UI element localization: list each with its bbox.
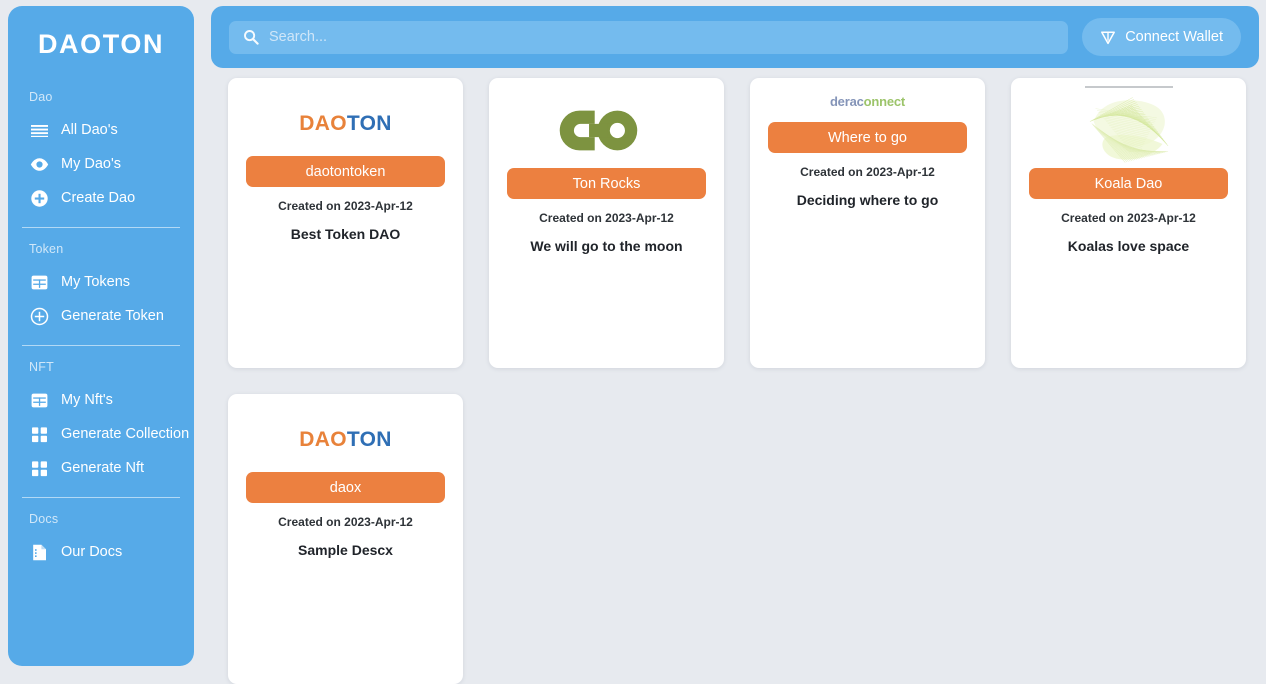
logo-ton-text: TON bbox=[347, 428, 392, 451]
card-logo-koala-mesh-icon bbox=[1029, 94, 1228, 166]
sidebar-item-label: My Tokens bbox=[61, 275, 130, 290]
sidebar-item-label: My Nft's bbox=[61, 393, 113, 408]
hamburger-icon bbox=[30, 121, 49, 140]
dao-card-title-button[interactable]: Ton Rocks bbox=[507, 168, 706, 199]
dao-card[interactable]: DAOTONdaoxCreated on 2023-Apr-12Sample D… bbox=[228, 394, 463, 684]
sidebar-item-my-nft-s[interactable]: My Nft's bbox=[8, 383, 194, 417]
sidebar-group-token: Token My Tokens Generate Token bbox=[8, 242, 194, 333]
eye-icon bbox=[30, 155, 49, 174]
dao-card[interactable]: Koala Dao Created on 2023-Apr-12 Koalas lo… bbox=[1011, 78, 1246, 368]
card-logo-daoton: DAOTON bbox=[246, 410, 445, 470]
sidebar-item-create-dao[interactable]: Create Dao bbox=[8, 181, 194, 215]
logo-ton-text: TON bbox=[347, 112, 392, 135]
logo-dao-text: DAO bbox=[299, 112, 347, 135]
sidebar-item-label: Create Dao bbox=[61, 191, 135, 206]
dao-card-title-button[interactable]: daotontoken bbox=[246, 156, 445, 187]
table-grid-icon bbox=[30, 273, 49, 292]
sidebar-item-generate-nft[interactable]: Generate Nft bbox=[8, 451, 194, 485]
ton-diamond-icon bbox=[1100, 29, 1116, 45]
sidebar-item-generate-collection[interactable]: Generate Collection bbox=[8, 417, 194, 451]
dao-card-description: Deciding where to go bbox=[797, 192, 939, 208]
sidebar-item-label: Generate Collection bbox=[61, 427, 189, 442]
sidebar: DAOTON Dao All Dao's My Dao's Create Dao Tok… bbox=[8, 6, 194, 666]
four-squares-icon bbox=[30, 425, 49, 444]
top-header: Connect Wallet bbox=[211, 6, 1259, 68]
document-icon bbox=[30, 543, 49, 562]
search-box[interactable] bbox=[229, 21, 1068, 54]
dao-card-description: We will go to the moon bbox=[530, 238, 682, 254]
search-input[interactable] bbox=[269, 21, 1054, 54]
sidebar-section-label: Dao bbox=[8, 90, 194, 104]
sidebar-item-generate-token[interactable]: Generate Token bbox=[8, 299, 194, 333]
sidebar-item-label: Generate Token bbox=[61, 309, 164, 324]
sidebar-group-nft: NFT My Nft's Generate Collection Generate N… bbox=[8, 360, 194, 485]
logo-dao-text: DAO bbox=[299, 428, 347, 451]
sidebar-item-label: Our Docs bbox=[61, 545, 122, 560]
sidebar-item-my-dao-s[interactable]: My Dao's bbox=[8, 147, 194, 181]
card-logo-chain-link-icon bbox=[507, 94, 706, 166]
dao-card-created-date: Created on 2023-Apr-12 bbox=[800, 165, 935, 179]
app-brand-title: DAOTON bbox=[8, 29, 194, 60]
card-logo-deraconnect: deraconnect bbox=[768, 94, 967, 120]
plus-circle-outline-icon bbox=[30, 307, 49, 326]
sidebar-section-label: NFT bbox=[8, 360, 194, 374]
dao-card-description: Best Token DAO bbox=[291, 226, 400, 242]
sidebar-group-dao: Dao All Dao's My Dao's Create Dao bbox=[8, 90, 194, 215]
sidebar-item-label: My Dao's bbox=[61, 157, 121, 172]
dao-card-created-date: Created on 2023-Apr-12 bbox=[539, 211, 674, 225]
sidebar-nav: Dao All Dao's My Dao's Create Dao Token My To… bbox=[8, 90, 194, 569]
connect-wallet-button[interactable]: Connect Wallet bbox=[1082, 18, 1241, 56]
search-icon bbox=[243, 29, 259, 45]
card-logo-daoton: DAOTON bbox=[246, 94, 445, 154]
dao-card-title-button[interactable]: Koala Dao bbox=[1029, 168, 1228, 199]
sidebar-item-all-dao-s[interactable]: All Dao's bbox=[8, 113, 194, 147]
four-squares-icon bbox=[30, 459, 49, 478]
logo-derac-text: derac bbox=[830, 94, 864, 109]
sidebar-item-label: All Dao's bbox=[61, 123, 118, 138]
dao-card-description: Sample Descx bbox=[298, 542, 393, 558]
sidebar-section-label: Docs bbox=[8, 512, 194, 526]
sidebar-item-my-tokens[interactable]: My Tokens bbox=[8, 265, 194, 299]
dao-card-created-date: Created on 2023-Apr-12 bbox=[278, 515, 413, 529]
dao-card-grid: DAOTONdaotontokenCreated on 2023-Apr-12B… bbox=[228, 78, 1252, 684]
dao-card[interactable]: Ton Rocks Created on 2023-Apr-12 We will g… bbox=[489, 78, 724, 368]
sidebar-item-our-docs[interactable]: Our Docs bbox=[8, 535, 194, 569]
dao-card-description: Koalas love space bbox=[1068, 238, 1189, 254]
logo-onnect-text: onnect bbox=[864, 94, 905, 109]
sidebar-divider bbox=[22, 345, 180, 346]
dao-card[interactable]: DAOTONdaotontokenCreated on 2023-Apr-12B… bbox=[228, 78, 463, 368]
sidebar-section-label: Token bbox=[8, 242, 194, 256]
sidebar-group-docs: Docs Our Docs bbox=[8, 512, 194, 569]
dao-card-title-button[interactable]: Where to go bbox=[768, 122, 967, 153]
sidebar-divider bbox=[22, 227, 180, 228]
dao-card-title-button[interactable]: daox bbox=[246, 472, 445, 503]
dao-card-created-date: Created on 2023-Apr-12 bbox=[1061, 211, 1196, 225]
connect-wallet-label: Connect Wallet bbox=[1125, 29, 1223, 45]
sidebar-divider bbox=[22, 497, 180, 498]
dao-card-created-date: Created on 2023-Apr-12 bbox=[278, 199, 413, 213]
sidebar-item-label: Generate Nft bbox=[61, 461, 144, 476]
dao-card[interactable]: deraconnectWhere to goCreated on 2023-Ap… bbox=[750, 78, 985, 368]
table-grid-icon bbox=[30, 391, 49, 410]
plus-circle-filled-icon bbox=[30, 189, 49, 208]
